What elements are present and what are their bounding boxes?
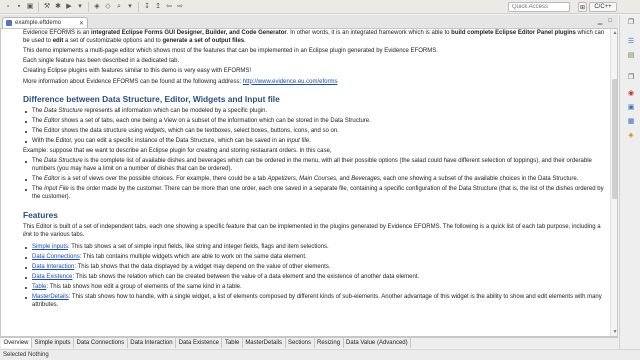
tab-simple-inputs[interactable]: Simple inputs — [32, 338, 75, 348]
list-item: With the Editor, you can edit a specific… — [23, 138, 607, 146]
forward-icon[interactable]: ⇨ — [175, 2, 185, 12]
back-icon[interactable]: ⇦ — [164, 2, 174, 12]
editor-tab-bar: example.eftdemo ✕ — [0, 15, 618, 28]
data-existence-link[interactable]: Data Existence — [32, 274, 72, 280]
new-class-icon[interactable]: ◈ — [92, 2, 102, 12]
list-item: The Input File is the order made by the … — [23, 186, 607, 202]
save-all-icon[interactable]: ▣ — [25, 2, 35, 12]
list-item: The Data Structure represents all inform… — [23, 108, 607, 116]
toolbar-separator — [38, 1, 39, 12]
tab-data-interaction[interactable]: Data Interaction — [128, 338, 177, 348]
editor-tab-title: example.eftdemo — [15, 20, 62, 26]
list-item: Data Connections: This tab contains mult… — [23, 254, 607, 262]
restore-icon[interactable]: ❐ — [627, 73, 635, 81]
example-paragraph: Example: suppose that we want to describ… — [23, 148, 332, 155]
section-heading: Difference between Data Structure, Edito… — [23, 94, 280, 105]
editor-page-tabs: Overview Simple inputs Data Connections … — [0, 337, 618, 348]
example-list: The Data Structure is the complete list … — [23, 158, 607, 201]
tab-data-existence[interactable]: Data Existence — [176, 338, 223, 348]
right-trim-bar: ❐ ☰ ▤ ❐ ◉ ▣ ▦ ◈ — [619, 15, 640, 349]
list-item: MasterDetails: This stab shows how to ha… — [23, 294, 607, 310]
search-icon[interactable]: ⌕ — [114, 2, 124, 12]
list-item: Data Interaction: This tab shows that th… — [23, 264, 607, 272]
eforms-file-icon — [6, 20, 12, 26]
tab-master-details[interactable]: MasterDetails — [243, 338, 286, 348]
list-item: Table: This tab shows how edit a group o… — [23, 284, 607, 292]
open-perspective-icon[interactable]: ⊞ — [578, 2, 587, 12]
list-item: The Editor shows a set of tabs, each one… — [23, 118, 607, 126]
simple-inputs-link[interactable]: Simple inputs — [32, 244, 68, 250]
progress-icon[interactable]: ◈ — [627, 131, 635, 139]
tab-table[interactable]: Table — [222, 338, 243, 348]
intro-paragraph: Creating Eclipse plugins with features s… — [23, 68, 252, 75]
tab-data-connections[interactable]: Data Connections — [74, 338, 128, 348]
task-list-icon[interactable]: ☰ — [627, 37, 635, 45]
list-item: Data Existence: This tab shows the relat… — [23, 274, 607, 282]
master-details-link[interactable]: MasterDetails — [32, 294, 69, 300]
properties-icon[interactable]: ▦ — [627, 117, 635, 125]
definition-list: The Data Structure represents all inform… — [23, 108, 607, 146]
debug-icon[interactable]: ✱ — [53, 2, 63, 12]
annotation-next-icon[interactable]: ↧ — [142, 2, 152, 12]
vertical-scrollbar[interactable]: ▲ ▼ — [610, 29, 617, 336]
tab-data-value-advanced[interactable]: Data Value (Advanced) — [344, 338, 412, 348]
eforms-website-link[interactable]: http://www.evidence.eu.com/eforms — [243, 79, 338, 85]
annotation-prev-icon[interactable]: ↥ — [153, 2, 163, 12]
scroll-down-icon[interactable]: ▼ — [611, 328, 617, 336]
section-heading: Features — [23, 209, 58, 220]
intro-paragraph: This demo implements a multi-page editor… — [23, 47, 438, 54]
open-type-icon[interactable]: ◇ — [103, 2, 113, 12]
scrollbar-thumb[interactable] — [612, 79, 617, 199]
list-item: The Editor is a set of views over the po… — [23, 176, 607, 184]
maximize-icon[interactable]: □ — [606, 17, 614, 25]
intro-paragraph: Each single feature has been described i… — [23, 58, 180, 65]
tab-sections[interactable]: Sections — [286, 338, 315, 348]
outline-icon[interactable]: ▤ — [627, 51, 635, 59]
scroll-up-icon[interactable]: ▲ — [611, 29, 617, 37]
intro-paragraph: Evidence EFORMS is an integrated Eclipse… — [23, 30, 605, 44]
features-list: Simple inputs: This tab shows a set of s… — [23, 244, 607, 310]
new-icon[interactable]: ▫ — [3, 2, 13, 12]
list-item: Simple inputs: This tab shows a set of s… — [23, 244, 607, 252]
editor-tab-example[interactable]: example.eftdemo ✕ — [2, 17, 88, 28]
overview-document: Evidence EFORMS is an integrated Eclipse… — [23, 30, 607, 312]
tab-resizing[interactable]: Resizing — [315, 338, 344, 348]
data-interaction-link[interactable]: Data Interaction — [32, 264, 74, 270]
minimize-icon[interactable]: ▁ — [596, 17, 604, 25]
quick-access-input[interactable] — [508, 2, 570, 12]
console-icon[interactable]: ▣ — [627, 103, 635, 111]
list-item: The Data Structure is the complete list … — [23, 158, 607, 174]
close-icon[interactable]: ✕ — [79, 20, 84, 27]
restore-icon[interactable]: ❐ — [627, 18, 635, 26]
problems-icon[interactable]: ◉ — [627, 89, 635, 97]
status-bar: Selected Nothing — [0, 349, 640, 360]
data-connections-link[interactable]: Data Connections — [32, 254, 80, 260]
tab-overview[interactable]: Overview — [1, 338, 33, 348]
status-text: Selected Nothing — [3, 352, 49, 358]
build-icon[interactable]: ⚒ — [42, 2, 52, 12]
intro-paragraph: More information about Evidence EFORMS c… — [23, 78, 338, 85]
table-link[interactable]: Table — [32, 284, 46, 290]
toolbar-separator — [88, 1, 89, 12]
list-item: The Editor shows the data structure usin… — [23, 128, 607, 136]
editor-content-area: Evidence EFORMS is an integrated Eclipse… — [0, 28, 618, 337]
toolbar-separator — [138, 1, 139, 12]
perspective-cc-button[interactable]: C/C++ — [589, 2, 617, 12]
run-icon[interactable]: ▶ — [64, 2, 74, 12]
dropdown-icon[interactable]: ▾ — [125, 2, 135, 12]
features-intro: This Editor is built of a set of indepen… — [23, 223, 601, 238]
dropdown-icon[interactable]: ▾ — [75, 2, 85, 12]
save-icon[interactable]: ▪ — [14, 2, 24, 12]
